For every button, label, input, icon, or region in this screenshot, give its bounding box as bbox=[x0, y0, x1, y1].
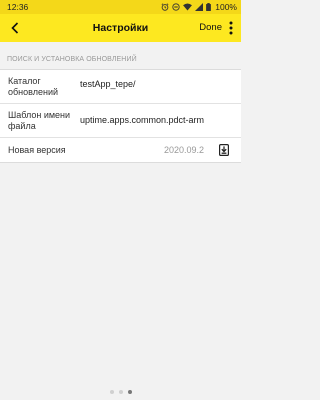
wifi-icon bbox=[183, 3, 193, 11]
app-bar: Настройки Done bbox=[0, 14, 241, 42]
settings-group: Каталог обновлений testApp_tepe/ Шаблон … bbox=[0, 69, 241, 163]
catalog-value[interactable]: testApp_tepe/ bbox=[80, 79, 235, 90]
filename-template-value[interactable]: uptime.apps.common.pdct-arm bbox=[80, 115, 235, 126]
battery-icon bbox=[206, 3, 212, 11]
download-icon bbox=[219, 144, 229, 156]
more-options-button[interactable] bbox=[225, 20, 237, 36]
status-time: 12:36 bbox=[7, 2, 29, 12]
page-dot bbox=[109, 390, 114, 394]
page-indicator bbox=[0, 390, 241, 394]
more-vertical-icon bbox=[229, 21, 233, 35]
signal-icon bbox=[195, 3, 204, 11]
setting-row-new-version: Новая версия 2020.09.2 bbox=[0, 137, 241, 162]
done-button[interactable]: Done bbox=[199, 14, 222, 42]
dnd-icon bbox=[172, 3, 180, 11]
battery-percentage: 100% bbox=[215, 2, 237, 12]
status-icons: 100% bbox=[161, 0, 237, 14]
page-dot bbox=[118, 390, 123, 394]
status-bar: 12:36 100% bbox=[0, 0, 241, 14]
alarm-icon bbox=[161, 3, 169, 11]
setting-label-filename-template: Шаблон имени файла bbox=[8, 109, 71, 131]
setting-row-catalog[interactable]: Каталог обновлений testApp_tepe/ bbox=[0, 70, 241, 103]
new-version-value: 2020.09.2 bbox=[163, 145, 204, 155]
download-button[interactable] bbox=[218, 144, 230, 157]
setting-row-filename-template[interactable]: Шаблон имени файла uptime.apps.common.pd… bbox=[0, 103, 241, 137]
section-header: ПОИСК И УСТАНОВКА ОБНОВЛЕНИЙ bbox=[7, 56, 137, 63]
setting-label-catalog: Каталог обновлений bbox=[8, 75, 58, 97]
page-dot-active bbox=[127, 390, 132, 394]
setting-label-new-version: Новая версия bbox=[8, 144, 66, 155]
